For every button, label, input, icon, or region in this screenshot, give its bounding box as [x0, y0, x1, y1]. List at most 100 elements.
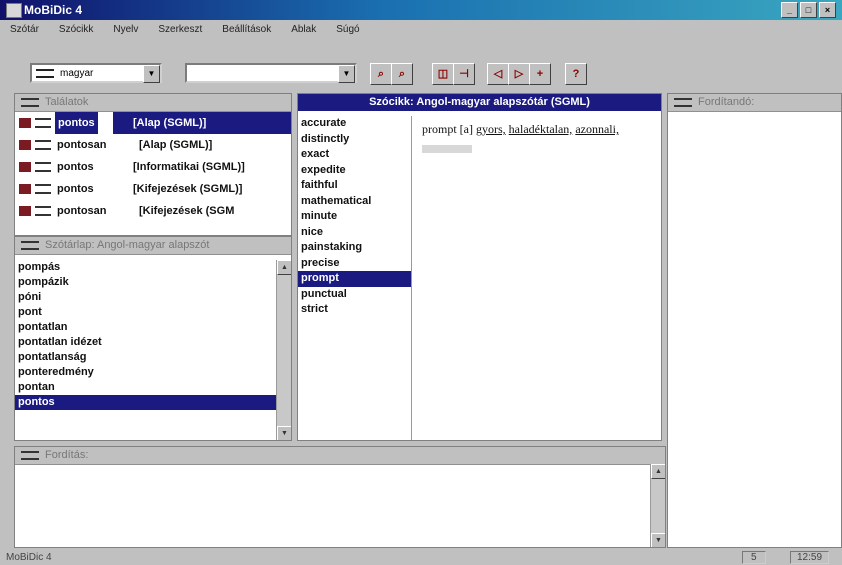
flag-icon [35, 184, 51, 194]
dictionary-icon [19, 118, 31, 128]
search-next-icon[interactable]: ⌕ [391, 63, 413, 85]
menu-item[interactable]: Szótár [0, 21, 49, 39]
chevron-down-icon[interactable]: ▼ [143, 65, 160, 83]
match-source: [Alap (SGML)] [133, 117, 207, 129]
back-icon[interactable]: ◁ [487, 63, 509, 85]
definition-term[interactable]: haladéktalan, [509, 122, 573, 136]
flag-icon [35, 162, 51, 172]
article-word-item[interactable]: nice [298, 225, 411, 241]
definition-tag: [a] [459, 122, 473, 136]
word-list-item[interactable]: ponteredmény [15, 365, 277, 380]
wordlist-panel: Szótárlap: Angol-magyar alapszót pompás p… [14, 236, 292, 441]
word-list-item[interactable]: pontatlan idézet [15, 335, 277, 350]
forward-icon[interactable]: ▷ [508, 63, 530, 85]
translate-source-title: Fordítandó: [668, 94, 841, 112]
match-item[interactable]: pontosan [Kifejezések (SGM [15, 200, 291, 222]
word-list-item[interactable]: póni [15, 290, 277, 305]
match-item[interactable]: pontosan [Alap (SGML)] [15, 134, 291, 156]
article-word-item[interactable]: strict [298, 302, 411, 318]
article-word-item[interactable]: faithful [298, 178, 411, 194]
translate-source-panel[interactable]: Fordítandó: [667, 93, 842, 548]
article-word-item[interactable]: accurate [298, 116, 411, 132]
article-word-item[interactable]: expedite [298, 163, 411, 179]
match-source: [Kifejezések (SGML)] [133, 183, 243, 195]
match-word: pontosan [57, 139, 107, 151]
article-word-item[interactable]: painstaking [298, 240, 411, 256]
scroll-down-icon[interactable]: ▼ [277, 426, 291, 440]
close-button[interactable]: × [819, 2, 836, 18]
toolbar: magyar ▼ ▼ [0, 40, 842, 90]
matches-panel: Találatok pontos [Alap (SGML)] pontosan [Al… [14, 93, 292, 236]
article-word-item[interactable]: exact [298, 147, 411, 163]
app-icon [6, 3, 22, 18]
word-list-item[interactable]: pontan [15, 380, 277, 395]
match-word: pontos [57, 183, 94, 195]
scroll-up-icon[interactable]: ▲ [651, 464, 665, 479]
status-time: 12:59 [790, 551, 830, 564]
dictionary-icon [19, 206, 31, 216]
match-source: [Alap (SGML)] [139, 139, 213, 151]
panel-icon [21, 241, 39, 250]
match-word: pontosan [57, 205, 107, 217]
menu-item[interactable]: Súgó [326, 21, 369, 39]
article-word-list: accurate distinctly exact expedite faithful m… [298, 116, 412, 440]
word-list-item[interactable]: pontatlanság [15, 350, 277, 365]
menu-item[interactable]: Ablak [281, 21, 326, 39]
article-word-item[interactable]: punctual [298, 287, 411, 303]
word-list-item[interactable]: pontos [15, 395, 277, 410]
translation-panel[interactable]: Fordítás: ▲ ▼ [14, 446, 666, 548]
word-list-item[interactable]: pompás [15, 260, 277, 275]
article-word-item[interactable]: distinctly [298, 132, 411, 148]
panel-icon [21, 98, 39, 107]
article-word-item[interactable]: mathematical [298, 194, 411, 210]
window-title: MoBiDic 4 [24, 3, 83, 17]
wordlist-scrollbar[interactable]: ▲ ▼ [276, 260, 291, 440]
article-word-item[interactable]: prompt [298, 271, 411, 287]
status-page: 5 [742, 551, 766, 564]
wordlist-title: Szótárlap: Angol-magyar alapszót [15, 237, 291, 255]
menu-item[interactable]: Nyelv [103, 21, 148, 39]
dictionary-icon [19, 140, 31, 150]
language-select[interactable]: magyar ▼ [30, 63, 162, 83]
match-item[interactable]: pontos [Alap (SGML)] [15, 112, 291, 134]
status-app: MoBiDic 4 [6, 552, 52, 563]
dictionary-icon [19, 184, 31, 194]
book-icon[interactable]: ◫ [432, 63, 454, 85]
word-list-item[interactable]: pontatlan [15, 320, 277, 335]
maximize-button[interactable]: □ [800, 2, 817, 18]
match-item[interactable]: pontos [Kifejezések (SGML)] [15, 178, 291, 200]
translation-scrollbar[interactable]: ▲ ▼ [650, 464, 665, 547]
app-window: MoBiDic 4 _ □ × Szótár Szócikk Nyelv Szerke… [0, 0, 842, 565]
menu-item[interactable]: Szócikk [49, 21, 103, 39]
match-source: [Kifejezések (SGM [139, 205, 235, 217]
definition-term[interactable]: azonnali, [575, 122, 619, 136]
match-item[interactable]: pontos [Informatikai (SGML)] [15, 156, 291, 178]
word-list-item[interactable]: pompázik [15, 275, 277, 290]
article-word-item[interactable]: precise [298, 256, 411, 272]
scroll-up-icon[interactable]: ▲ [277, 260, 291, 275]
menu-item[interactable]: Beállítások [212, 21, 281, 39]
panel-icon [21, 451, 39, 460]
match-word: pontos [57, 161, 94, 173]
menu-bar: Szótár Szócikk Nyelv Szerkeszt Beállítások Ab… [0, 21, 842, 39]
word-list-item[interactable]: pont [15, 305, 277, 320]
translation-title: Fordítás: [15, 447, 665, 465]
definition: prompt [a] gyors, haladéktalan, azonnali… [422, 120, 658, 158]
scroll-down-icon[interactable]: ▼ [651, 533, 665, 547]
match-word: pontos [55, 112, 98, 134]
chevron-down-icon[interactable]: ▼ [338, 65, 355, 83]
panel-icon [674, 98, 692, 107]
definition-head: prompt [422, 122, 457, 136]
pin-icon[interactable]: ⊣ [453, 63, 475, 85]
add-icon[interactable]: + [529, 63, 551, 85]
search-input[interactable]: ▼ [185, 63, 357, 83]
article-word-item[interactable]: minute [298, 209, 411, 225]
search-icon[interactable]: ⌕ [370, 63, 392, 85]
status-bar: MoBiDic 4 5 12:59 [0, 550, 842, 565]
help-icon[interactable]: ? [565, 63, 587, 85]
flag-icon [35, 118, 51, 128]
menu-item[interactable]: Szerkeszt [148, 21, 212, 39]
flag-icon [36, 69, 54, 78]
minimize-button[interactable]: _ [781, 2, 798, 18]
definition-term[interactable]: gyors, [476, 122, 506, 136]
